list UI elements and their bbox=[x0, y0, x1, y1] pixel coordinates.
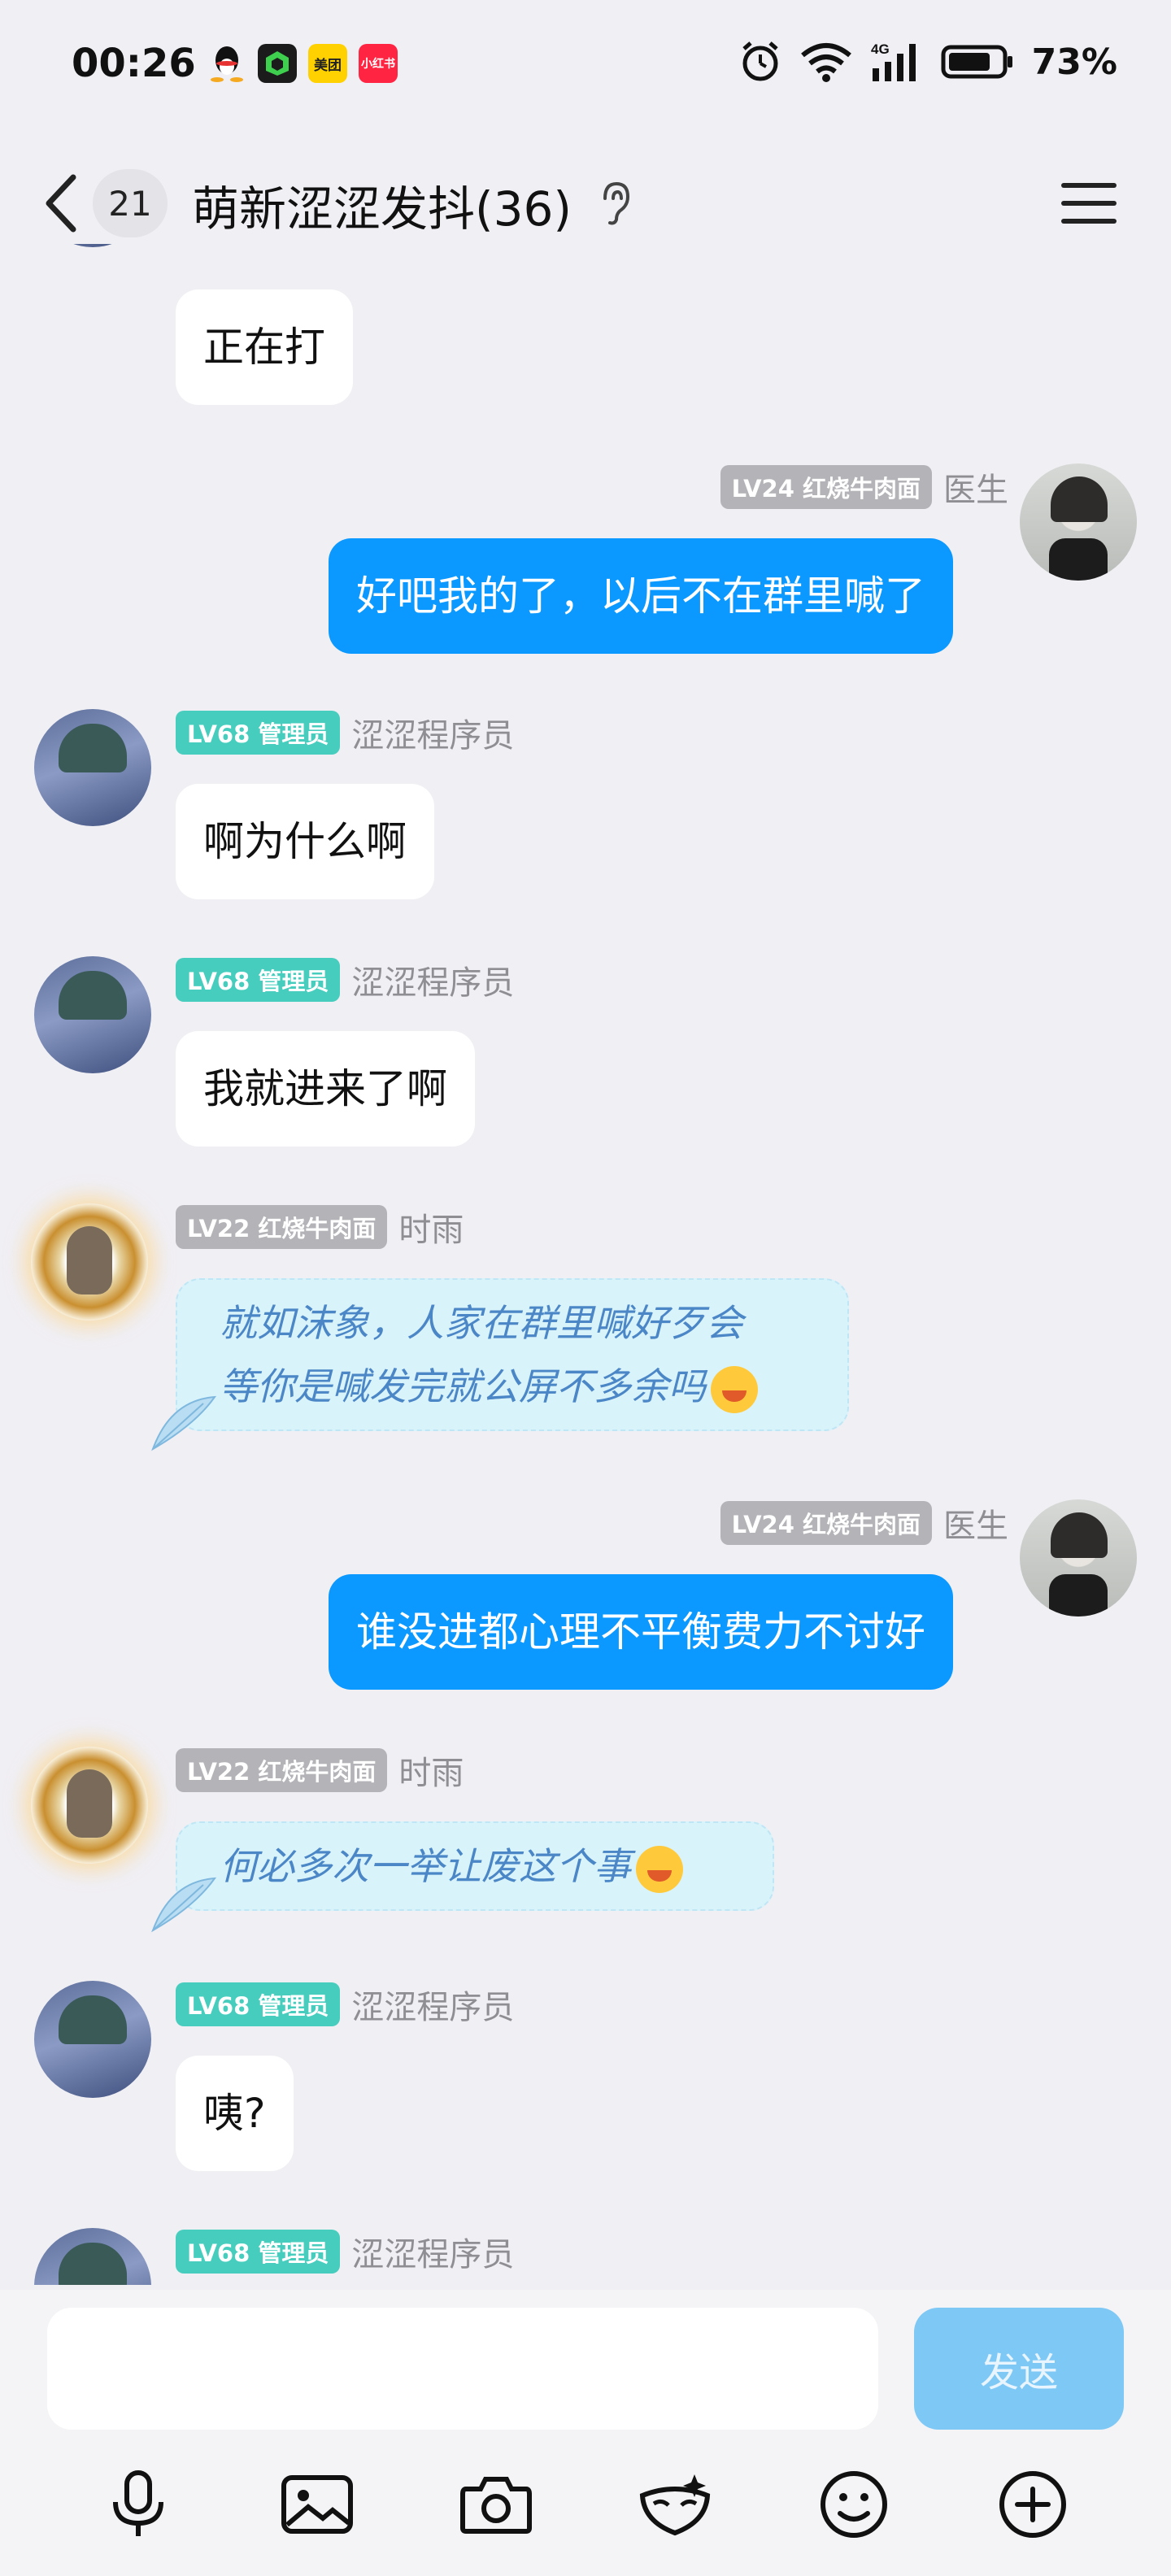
sender-name[interactable]: 涩涩程序员 bbox=[351, 1981, 514, 2028]
chat-header: 21 萌新涩涩发抖(36) bbox=[0, 146, 1171, 260]
sender-meta: LV22 红烧牛肉面 时雨 bbox=[176, 1203, 464, 1251]
battery-percent: 73% bbox=[1031, 41, 1117, 83]
send-button[interactable]: 发送 bbox=[914, 2308, 1124, 2430]
status-time: 00:26 bbox=[72, 41, 196, 86]
laughing-emoji-icon bbox=[636, 1846, 683, 1893]
admin-tag: LV68 管理员 bbox=[176, 2230, 341, 2274]
camera-icon bbox=[460, 2477, 532, 2534]
feather-decoration-icon bbox=[151, 1877, 217, 1933]
styled-message-bubble[interactable]: 何必多次一举让废这个事 bbox=[176, 1821, 774, 1911]
feather-decoration-icon bbox=[151, 1395, 217, 1451]
level-tag: LV24 红烧牛肉面 bbox=[720, 1501, 932, 1545]
avatar[interactable] bbox=[31, 1203, 148, 1321]
input-toolbar bbox=[0, 2431, 1171, 2576]
sender-name[interactable]: 医生 bbox=[943, 463, 1008, 511]
notification-icons: 美团 小红书 bbox=[207, 44, 398, 83]
level-tag: LV24 红烧牛肉面 bbox=[720, 465, 932, 509]
message-bubble[interactable]: 谁没进都心理不平衡费力不讨好 bbox=[329, 1574, 953, 1690]
mask-button[interactable] bbox=[634, 2464, 716, 2545]
status-bar: 00:26 美团 小红书 4G 73% bbox=[0, 0, 1171, 130]
styled-message-bubble[interactable]: 就如沫象，人家在群里喊好歹会 等你是喊发完就公屏不多余吗 bbox=[176, 1278, 849, 1431]
message-bubble[interactable]: 咦? bbox=[176, 2056, 294, 2171]
meituan-icon: 美团 bbox=[308, 44, 347, 83]
signal-4g-icon: 4G bbox=[871, 41, 916, 81]
voice-button[interactable] bbox=[98, 2464, 179, 2545]
more-button[interactable] bbox=[992, 2464, 1073, 2545]
sender-meta: LV24 红烧牛肉面 医生 bbox=[720, 1499, 1008, 1547]
plus-icon bbox=[999, 2471, 1066, 2538]
emoji-button[interactable] bbox=[813, 2464, 895, 2545]
message-bubble[interactable]: 正在打 bbox=[176, 289, 353, 405]
sender-meta: LV24 红烧牛肉面 医生 bbox=[720, 463, 1008, 511]
sender-meta: LV22 红烧牛肉面 时雨 bbox=[176, 1747, 464, 1794]
mask-icon bbox=[639, 2474, 711, 2536]
message-line: 何必多次一举让废这个事 bbox=[220, 1844, 631, 1888]
svg-text:4G: 4G bbox=[871, 41, 890, 57]
laughing-emoji-icon bbox=[711, 1366, 758, 1413]
qq-icon bbox=[207, 44, 246, 83]
group-title[interactable]: 萌新涩涩发抖(36) bbox=[192, 171, 572, 239]
system-icons: 4G 73% bbox=[739, 41, 1117, 83]
level-tag: LV22 红烧牛肉面 bbox=[176, 1205, 388, 1249]
message-bubble[interactable]: 好吧我的了，以后不在群里喊了 bbox=[329, 538, 953, 654]
image-icon bbox=[281, 2475, 353, 2534]
image-button[interactable] bbox=[276, 2464, 358, 2545]
level-tag: LV22 红烧牛肉面 bbox=[176, 1748, 388, 1792]
message-line: 就如沫象，人家在群里喊好歹会 bbox=[220, 1301, 743, 1345]
avatar[interactable] bbox=[34, 1981, 151, 2098]
message-bubble[interactable]: 我就进来了啊 bbox=[176, 1031, 475, 1147]
sender-name[interactable]: 涩涩程序员 bbox=[351, 709, 514, 756]
avatar[interactable] bbox=[31, 1747, 148, 1864]
input-bar: 发送 bbox=[0, 2290, 1171, 2431]
emoji-icon bbox=[821, 2471, 887, 2538]
message-line-2: 等你是喊发完就公屏不多余吗 bbox=[220, 1355, 758, 1418]
sender-name[interactable]: 时雨 bbox=[398, 1747, 464, 1794]
admin-tag: LV68 管理员 bbox=[176, 711, 341, 755]
sender-name[interactable]: 医生 bbox=[943, 1499, 1008, 1547]
sender-meta: LV68 管理员 涩涩程序员 bbox=[176, 709, 514, 756]
menu-icon[interactable] bbox=[1060, 179, 1117, 228]
admin-tag: LV68 管理员 bbox=[176, 1982, 341, 2026]
sender-name[interactable]: 涩涩程序员 bbox=[351, 2228, 514, 2275]
message-input[interactable] bbox=[47, 2308, 878, 2430]
sender-meta: LV68 管理员 涩涩程序员 bbox=[176, 1981, 514, 2028]
message-bubble[interactable]: 啊为什么啊 bbox=[176, 784, 434, 899]
avatar[interactable] bbox=[1020, 463, 1137, 581]
ear-icon[interactable] bbox=[597, 181, 633, 226]
avatar[interactable] bbox=[34, 244, 151, 247]
mic-icon bbox=[113, 2470, 163, 2536]
unread-count-badge[interactable]: 21 bbox=[93, 169, 168, 237]
camera-button[interactable] bbox=[455, 2464, 537, 2545]
app-green-icon bbox=[258, 44, 297, 83]
battery-icon bbox=[941, 45, 1012, 79]
back-arrow-icon[interactable] bbox=[37, 171, 86, 236]
wifi-icon bbox=[800, 43, 851, 82]
sender-name[interactable]: 涩涩程序员 bbox=[351, 956, 514, 1003]
sender-meta: LV68 管理员 涩涩程序员 bbox=[176, 956, 514, 1003]
avatar[interactable] bbox=[34, 709, 151, 826]
avatar[interactable] bbox=[1020, 1499, 1137, 1617]
avatar[interactable] bbox=[34, 2228, 151, 2285]
xiaohongshu-icon: 小红书 bbox=[359, 44, 398, 83]
message-list[interactable]: 正在打 LV24 红烧牛肉面 医生 好吧我的了，以后不在群里喊了 LV68 管理… bbox=[0, 244, 1171, 2285]
admin-tag: LV68 管理员 bbox=[176, 958, 341, 1002]
alarm-icon bbox=[742, 41, 778, 81]
sender-name[interactable]: 时雨 bbox=[398, 1203, 464, 1251]
sender-meta: LV68 管理员 涩涩程序员 bbox=[176, 2228, 514, 2275]
message-line: 等你是喊发完就公屏不多余吗 bbox=[220, 1364, 706, 1408]
avatar[interactable] bbox=[34, 956, 151, 1073]
